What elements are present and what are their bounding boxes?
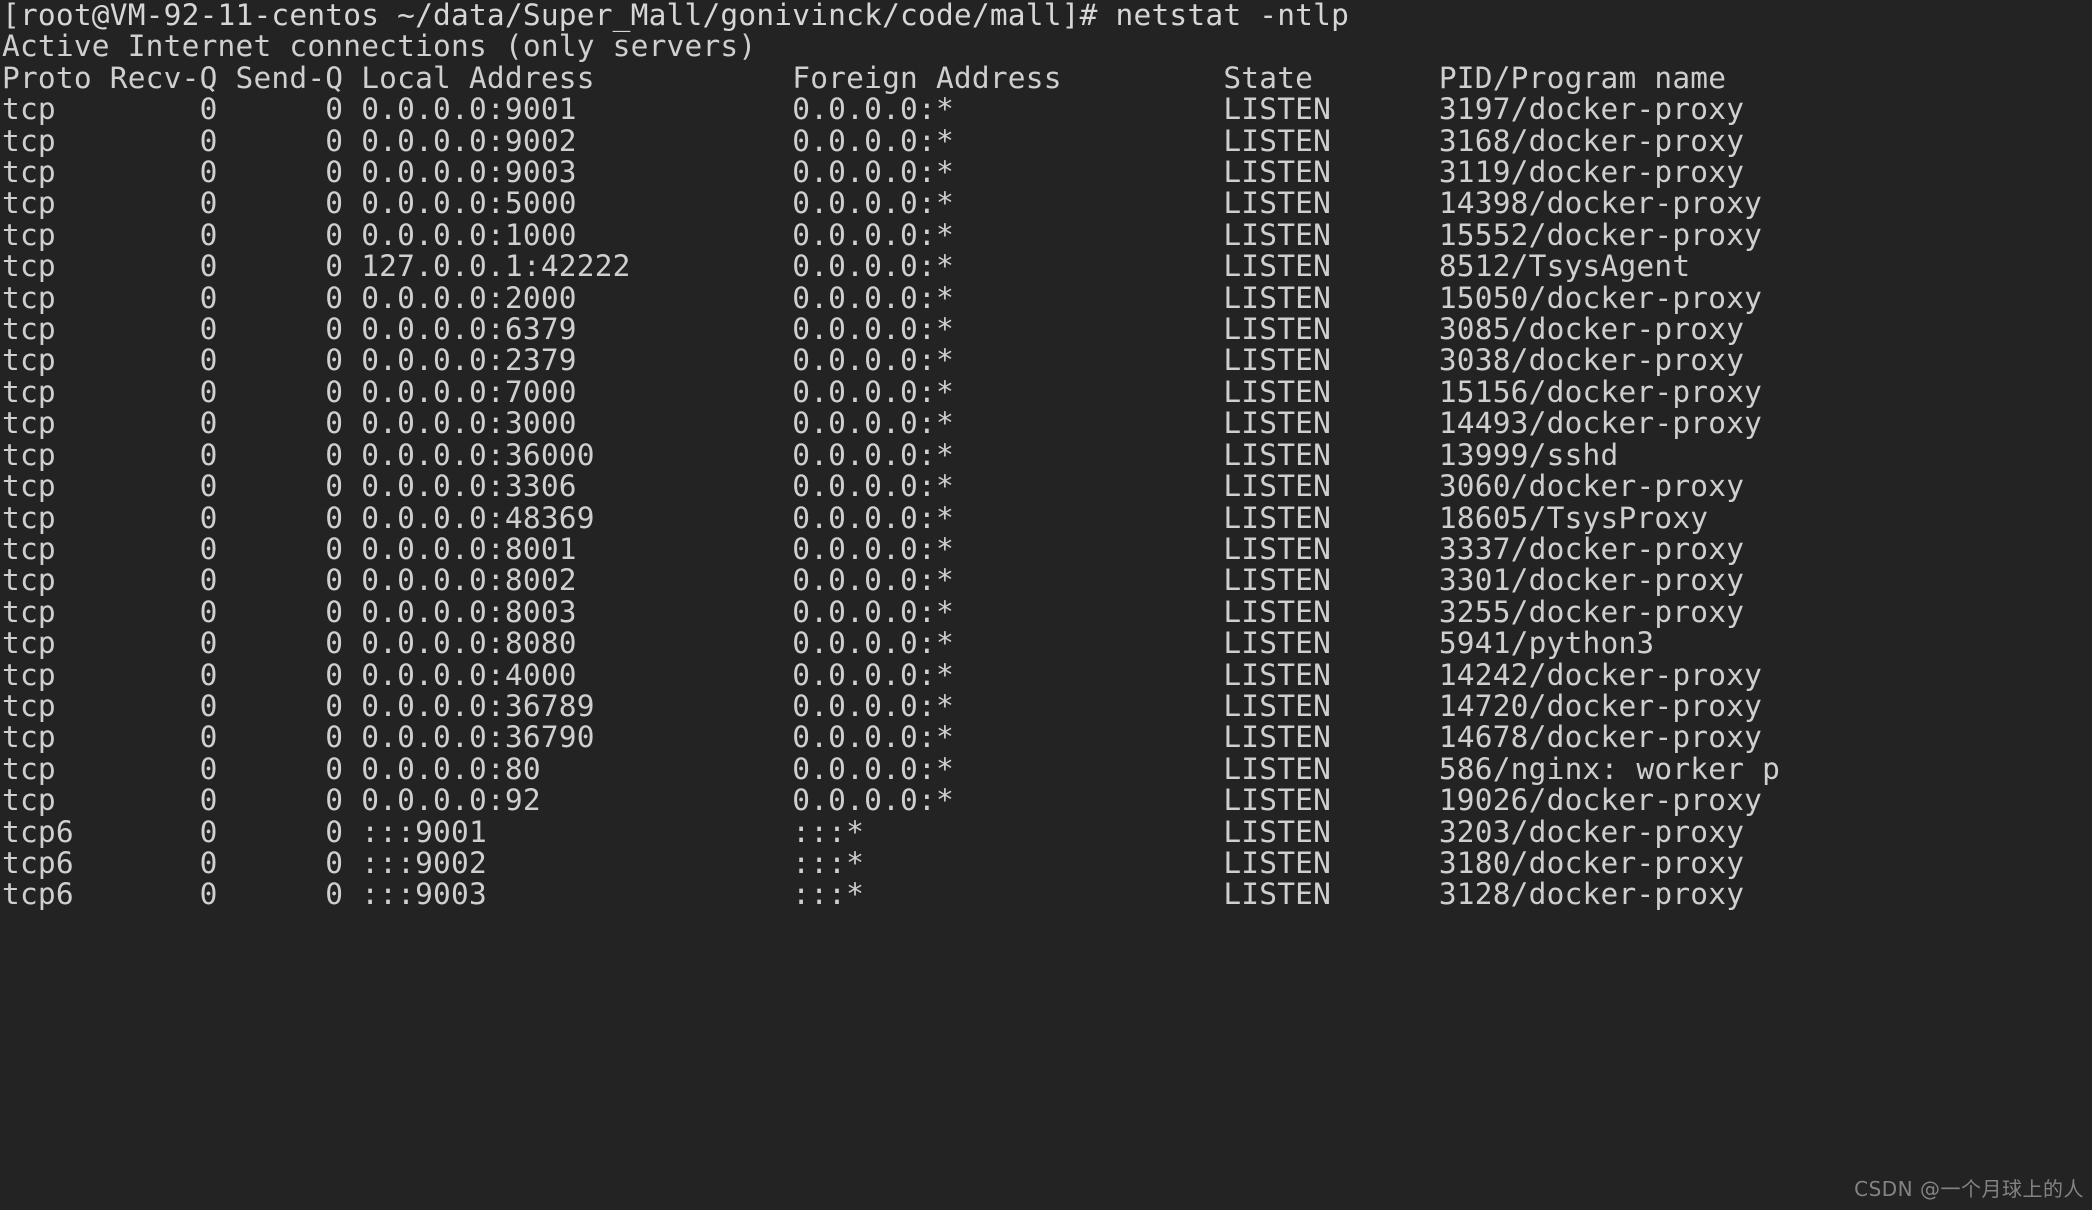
netstat-row: tcp 0 0 0.0.0.0:48369 0.0.0.0:* LISTEN 1… — [2, 500, 1709, 535]
netstat-row: tcp6 0 0 :::9003 :::* LISTEN 3128/docker… — [2, 877, 1745, 912]
netstat-rows-container: tcp 0 0 0.0.0.0:9001 0.0.0.0:* LISTEN 31… — [0, 92, 2092, 912]
netstat-row: tcp6 0 0 :::9001 :::* LISTEN 3203/docker… — [2, 814, 1745, 849]
netstat-row: tcp 0 0 0.0.0.0:36000 0.0.0.0:* LISTEN 1… — [2, 437, 1619, 472]
netstat-row: tcp 0 0 0.0.0.0:7000 0.0.0.0:* LISTEN 15… — [2, 374, 1763, 409]
netstat-row: tcp 0 0 0.0.0.0:6379 0.0.0.0:* LISTEN 30… — [2, 312, 1745, 347]
netstat-row: tcp 0 0 0.0.0.0:36790 0.0.0.0:* LISTEN 1… — [2, 720, 1763, 755]
netstat-row: tcp 0 0 0.0.0.0:2000 0.0.0.0:* LISTEN 15… — [2, 280, 1763, 315]
netstat-row: tcp 0 0 0.0.0.0:36789 0.0.0.0:* LISTEN 1… — [2, 688, 1763, 723]
netstat-row: tcp6 0 0 :::9002 :::* LISTEN 3180/docker… — [2, 845, 1745, 880]
netstat-row: tcp 0 0 0.0.0.0:8001 0.0.0.0:* LISTEN 33… — [2, 531, 1745, 566]
netstat-row: tcp 0 0 0.0.0.0:9003 0.0.0.0:* LISTEN 31… — [2, 155, 1745, 190]
netstat-row: tcp 0 0 0.0.0.0:3306 0.0.0.0:* LISTEN 30… — [2, 469, 1745, 504]
netstat-row: tcp 0 0 0.0.0.0:9002 0.0.0.0:* LISTEN 31… — [2, 123, 1745, 158]
netstat-column-header-row: Proto Recv-Q Send-Q Local Address Foreig… — [2, 60, 1727, 95]
netstat-output-title: Active Internet connections (only server… — [2, 29, 757, 64]
csdn-watermark: CSDN @一个月球上的人 — [1854, 1177, 2084, 1201]
netstat-row: tcp 0 0 0.0.0.0:1000 0.0.0.0:* LISTEN 15… — [2, 217, 1763, 252]
netstat-row: tcp 0 0 0.0.0.0:9001 0.0.0.0:* LISTEN 31… — [2, 92, 1745, 127]
terminal-window[interactable]: [root@VM-92-11-centos ~/data/Super_Mall/… — [0, 0, 2092, 1210]
netstat-row: tcp 0 0 0.0.0.0:92 0.0.0.0:* LISTEN 1902… — [2, 783, 1763, 818]
netstat-row: tcp 0 0 0.0.0.0:2379 0.0.0.0:* LISTEN 30… — [2, 343, 1745, 378]
netstat-row: tcp 0 0 0.0.0.0:80 0.0.0.0:* LISTEN 586/… — [2, 751, 1781, 786]
netstat-row: tcp 0 0 0.0.0.0:3000 0.0.0.0:* LISTEN 14… — [2, 406, 1763, 441]
netstat-row: tcp 0 0 0.0.0.0:8002 0.0.0.0:* LISTEN 33… — [2, 563, 1745, 598]
netstat-row: tcp 0 0 0.0.0.0:5000 0.0.0.0:* LISTEN 14… — [2, 186, 1763, 221]
shell-prompt-command-line: [root@VM-92-11-centos ~/data/Super_Mall/… — [2, 0, 1350, 32]
netstat-row: tcp 0 0 127.0.0.1:42222 0.0.0.0:* LISTEN… — [2, 249, 1691, 284]
netstat-row: tcp 0 0 0.0.0.0:8080 0.0.0.0:* LISTEN 59… — [2, 626, 1655, 661]
netstat-row: tcp 0 0 0.0.0.0:8003 0.0.0.0:* LISTEN 32… — [2, 594, 1745, 629]
netstat-row: tcp 0 0 0.0.0.0:4000 0.0.0.0:* LISTEN 14… — [2, 657, 1763, 692]
